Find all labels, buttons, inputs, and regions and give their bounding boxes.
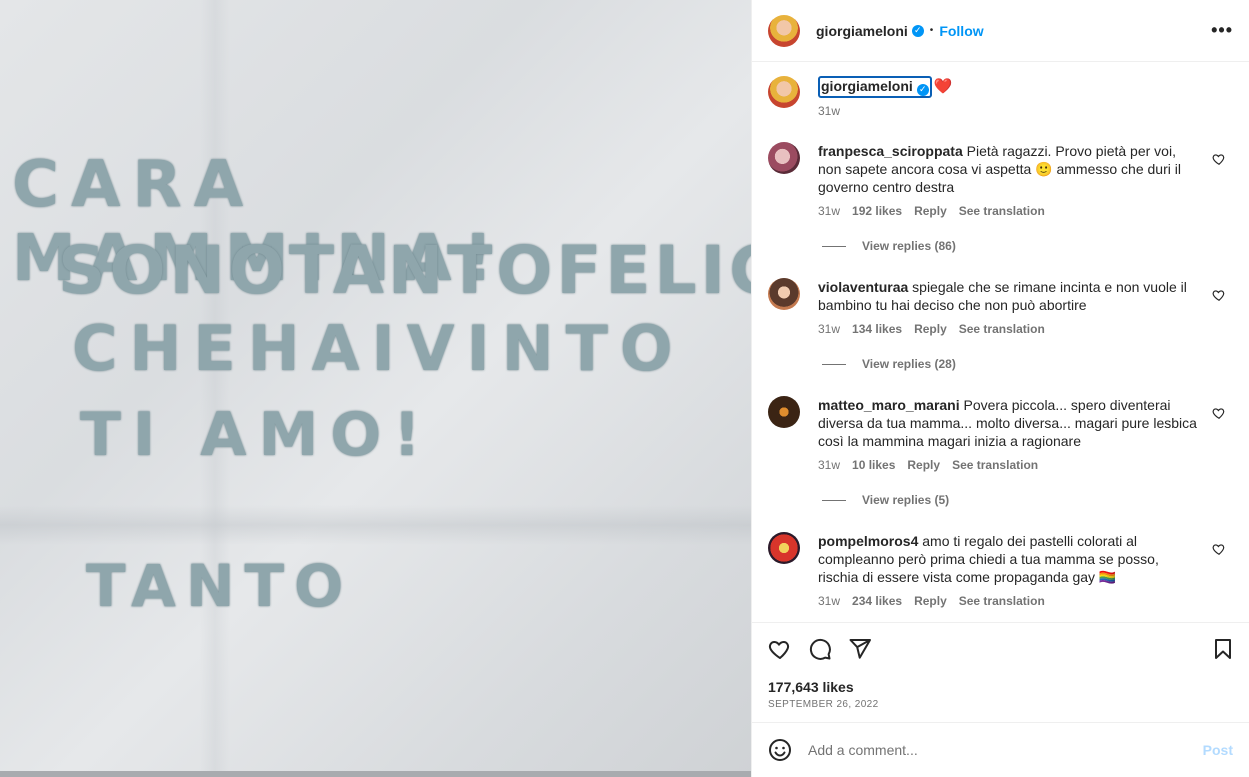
like-comment-heart-icon[interactable] xyxy=(1212,542,1226,556)
comment-text: diversa da tua mamma... molto diversa...… xyxy=(818,415,1197,431)
reply-button[interactable]: Reply xyxy=(914,322,947,336)
emoji-smiley-icon[interactable] xyxy=(768,738,792,762)
letter-line: TI AMO! xyxy=(80,400,433,470)
caption-time[interactable]: 31w xyxy=(818,104,952,118)
view-replies-label: View replies (5) xyxy=(862,493,950,507)
post-comment-button[interactable]: Post xyxy=(1203,742,1233,758)
replies-rule xyxy=(822,363,846,365)
post-sidebar: giorgiameloni ✓ • Follow ••• giorgiamelo… xyxy=(751,0,1249,777)
separator-dot: • xyxy=(929,25,934,36)
view-replies-label: View replies (28) xyxy=(862,357,956,371)
comment-text: compleanno però prima chiedi a tua mamma… xyxy=(818,551,1159,567)
author-avatar[interactable] xyxy=(768,76,800,108)
caption-text: ❤️ xyxy=(933,78,953,95)
save-bookmark-icon[interactable] xyxy=(1211,637,1235,661)
comment-item: violaventuraa spiegale che se rimane inc… xyxy=(768,278,1238,336)
comment-likes[interactable]: 234 likes xyxy=(852,594,902,608)
commenter-avatar[interactable] xyxy=(768,396,800,428)
reply-button[interactable]: Reply xyxy=(907,458,940,472)
instagram-post: CARA MAMMINA! SONOTANTOFELICE CHEHAIVINT… xyxy=(0,0,1249,777)
comment-text: rischia di essere vista come propaganda … xyxy=(818,569,1117,585)
post-image[interactable]: CARA MAMMINA! SONOTANTOFELICE CHEHAIVINT… xyxy=(0,0,751,777)
like-heart-icon[interactable] xyxy=(768,637,792,661)
comment-text: non sapete ancora cosa vi aspetta 🙂 amme… xyxy=(818,161,1181,177)
view-replies-button[interactable]: View replies (5) xyxy=(822,493,949,507)
view-replies-button[interactable]: View replies (86) xyxy=(822,239,956,253)
comment-text: Povera piccola... spero diventerai xyxy=(963,397,1171,413)
comment-likes[interactable]: 10 likes xyxy=(852,458,895,472)
paper-fold xyxy=(0,505,751,545)
see-translation-button[interactable]: See translation xyxy=(952,458,1038,472)
verified-badge-icon: ✓ xyxy=(916,83,929,96)
comment-text: spiegale che se rimane incinta e non vuo… xyxy=(912,279,1187,295)
see-translation-button[interactable]: See translation xyxy=(959,204,1045,218)
post-caption: giorgiameloni ✓ ❤️ 31w xyxy=(768,76,952,118)
comment-item: matteo_maro_marani Povera piccola... spe… xyxy=(768,396,1238,472)
comment-text: così la mammina magari inizia a ragionar… xyxy=(818,433,1081,449)
comment-text: governo centro destra xyxy=(818,179,955,195)
comment-item: franpesca_sciroppata Pietà ragazzi. Prov… xyxy=(768,142,1238,218)
comment-text: Pietà ragazzi. Provo pietà per voi, xyxy=(966,143,1176,159)
commenter-avatar[interactable] xyxy=(768,278,800,310)
like-comment-heart-icon[interactable] xyxy=(1212,288,1226,302)
commenter-avatar[interactable] xyxy=(768,532,800,564)
post-header: giorgiameloni ✓ • Follow ••• xyxy=(752,0,1249,62)
paper-fold xyxy=(200,0,230,777)
view-replies-button[interactable]: View replies (28) xyxy=(822,357,956,371)
comment-time[interactable]: 31w xyxy=(818,458,840,472)
comment-input[interactable] xyxy=(808,742,1203,758)
view-replies-label: View replies (86) xyxy=(862,239,956,253)
comment-username[interactable]: pompelmoros4 xyxy=(818,533,918,549)
author-avatar[interactable] xyxy=(768,14,800,47)
letter-line: TANTO xyxy=(86,552,354,620)
commenter-avatar[interactable] xyxy=(768,142,800,174)
comments-list[interactable]: giorgiameloni ✓ ❤️ 31w franpesca_sciroppat… xyxy=(752,62,1249,622)
comment-time[interactable]: 31w xyxy=(818,594,840,608)
author-username[interactable]: giorgiameloni xyxy=(816,23,908,39)
comment-bubble-icon[interactable] xyxy=(808,637,832,661)
post-actions: 177,643 likes SEPTEMBER 26, 2022 xyxy=(752,622,1249,722)
see-translation-button[interactable]: See translation xyxy=(959,322,1045,336)
comment-time[interactable]: 31w xyxy=(818,322,840,336)
image-edge xyxy=(0,771,751,777)
verified-badge-icon: ✓ xyxy=(911,24,924,37)
caption-username[interactable]: giorgiameloni ✓ xyxy=(818,76,932,98)
comment-username[interactable]: violaventuraa xyxy=(818,279,908,295)
letter-line: CHEHAIVINTO xyxy=(72,312,685,385)
more-options-icon[interactable]: ••• xyxy=(1211,20,1233,41)
likes-count[interactable]: 177,643 likes xyxy=(768,679,854,695)
comment-username[interactable]: matteo_maro_marani xyxy=(818,397,960,413)
share-paper-plane-icon[interactable] xyxy=(848,637,872,661)
comment-item: pompelmoros4 amo ti regalo dei pastelli … xyxy=(768,532,1238,608)
replies-rule xyxy=(822,245,846,247)
like-comment-heart-icon[interactable] xyxy=(1212,152,1226,166)
comment-composer: Post xyxy=(752,722,1249,777)
comment-text: bambino tu hai deciso che non può aborti… xyxy=(818,297,1087,313)
see-translation-button[interactable]: See translation xyxy=(959,594,1045,608)
replies-rule xyxy=(822,499,846,501)
reply-button[interactable]: Reply xyxy=(914,594,947,608)
like-comment-heart-icon[interactable] xyxy=(1212,406,1226,420)
comment-text: amo ti regalo dei pastelli colorati al xyxy=(922,533,1138,549)
comment-likes[interactable]: 134 likes xyxy=(852,322,902,336)
reply-button[interactable]: Reply xyxy=(914,204,947,218)
letter-line: SONOTANTOFELICE xyxy=(58,232,751,309)
follow-button[interactable]: Follow xyxy=(939,23,983,39)
comment-username[interactable]: franpesca_sciroppata xyxy=(818,143,963,159)
post-date[interactable]: SEPTEMBER 26, 2022 xyxy=(768,699,879,710)
comment-likes[interactable]: 192 likes xyxy=(852,204,902,218)
comment-time[interactable]: 31w xyxy=(818,204,840,218)
